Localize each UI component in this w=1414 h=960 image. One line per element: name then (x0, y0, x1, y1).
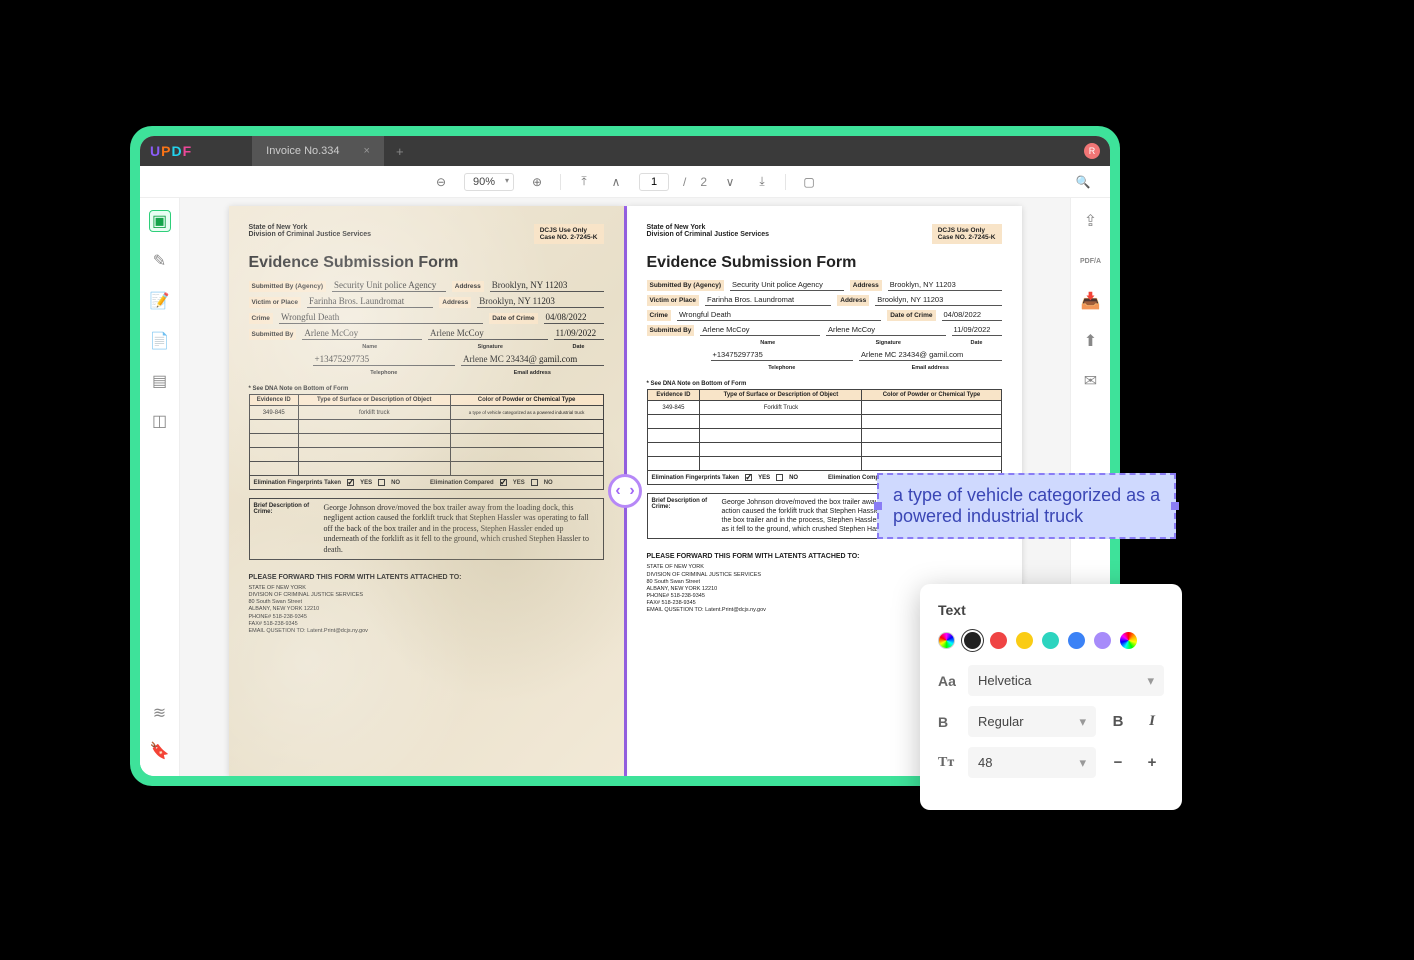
swatch-purple[interactable] (1094, 632, 1111, 649)
share-icon[interactable]: ⬆ (1080, 330, 1102, 352)
zoom-in-button[interactable]: ⊕ (528, 173, 546, 191)
next-page-button[interactable]: ∨ (721, 173, 739, 191)
top-toolbar: ⊖ 90% ⊕ ⤒ ∧ / 2 ∨ ⤓ ▢ 🔍 (140, 166, 1110, 198)
save-icon[interactable]: 📥 (1080, 290, 1102, 312)
zoom-select[interactable]: 90% (464, 173, 514, 191)
header-div: Division of Criminal Justice Services (249, 231, 372, 238)
header-state: State of New York (249, 224, 372, 231)
zoom-out-button[interactable]: ⊖ (432, 173, 450, 191)
color-wheel-icon[interactable] (1120, 632, 1137, 649)
color-picker-icon[interactable] (938, 632, 955, 649)
font-family-select[interactable]: Helvetica (968, 665, 1164, 696)
redact-tool-icon[interactable]: ▤ (149, 370, 171, 392)
pdfa-icon[interactable]: PDF/A (1080, 250, 1102, 272)
page-number-input[interactable] (639, 173, 669, 191)
ocr-tool-icon[interactable]: ◫ (149, 410, 171, 432)
font-weight-icon: B (938, 714, 958, 730)
first-page-button[interactable]: ⤒ (575, 173, 593, 191)
edit-tool-icon[interactable]: 📝 (149, 290, 171, 312)
font-weight-select[interactable]: Regular (968, 706, 1096, 737)
bookmark-icon[interactable]: 🔖 (149, 740, 171, 762)
increase-size-button[interactable]: + (1140, 754, 1164, 771)
compare-slider-handle[interactable]: ‹› (608, 474, 642, 508)
mail-icon[interactable]: ✉ (1080, 370, 1102, 392)
present-button[interactable]: ▢ (800, 173, 818, 191)
italic-button[interactable]: I (1140, 713, 1164, 730)
search-button[interactable]: 🔍 (1074, 173, 1092, 191)
organize-tool-icon[interactable]: 📄 (149, 330, 171, 352)
decrease-size-button[interactable]: − (1106, 754, 1130, 771)
new-tab-button[interactable]: + (396, 144, 404, 159)
swatch-yellow[interactable] (1016, 632, 1033, 649)
swatch-teal[interactable] (1042, 632, 1059, 649)
left-sidebar: ▣ ✎ 📝 📄 ▤ ◫ ≋ 🔖 (140, 198, 180, 776)
layers-icon[interactable]: ≋ (149, 702, 171, 724)
font-size-select[interactable]: 48 (968, 747, 1096, 778)
prev-page-button[interactable]: ∧ (607, 173, 625, 191)
user-avatar[interactable]: R (1084, 143, 1100, 159)
swatch-black[interactable] (964, 632, 981, 649)
text-edit-box[interactable]: a type of vehicle categorized as a power… (877, 473, 1176, 539)
close-tab-icon[interactable]: × (364, 145, 370, 157)
page-sep: / (683, 175, 686, 189)
comment-tool-icon[interactable]: ✎ (149, 250, 171, 272)
swatch-blue[interactable] (1068, 632, 1085, 649)
bold-button[interactable]: B (1106, 713, 1130, 730)
swatch-red[interactable] (990, 632, 1007, 649)
last-page-button[interactable]: ⤓ (753, 173, 771, 191)
resize-handle-right[interactable] (1171, 502, 1179, 510)
footer-address: STATE OF NEW YORKDIVISION OF CRIMINAL JU… (249, 585, 604, 635)
edit-line-2: powered industrial truck (893, 506, 1160, 527)
export-icon[interactable]: ⇪ (1080, 210, 1102, 232)
page-total: 2 (700, 175, 707, 189)
font-size-icon: Tᴛ (938, 755, 958, 771)
document-tab[interactable]: Invoice No.334 × (252, 136, 384, 166)
reader-tool-icon[interactable]: ▣ (149, 210, 171, 232)
color-swatches (938, 632, 1164, 649)
page-left-scan: State of New YorkDivision of Criminal Ju… (229, 206, 624, 776)
app-logo: UPDF (150, 143, 192, 159)
popup-title: Text (938, 602, 1164, 618)
tab-title: Invoice No.334 (266, 145, 339, 157)
chevron-right-icon: › (629, 482, 634, 500)
chevron-left-icon: ‹ (615, 482, 620, 500)
resize-handle-left[interactable] (874, 502, 882, 510)
edit-line-1: a type of vehicle categorized as a (893, 485, 1160, 506)
titlebar: UPDF Invoice No.334 × + R (140, 136, 1110, 166)
text-properties-popup: Text Aa Helvetica B Regular B I Tᴛ 48 − … (920, 584, 1182, 810)
font-family-icon: Aa (938, 673, 958, 689)
form-title: Evidence Submission Form (249, 254, 604, 272)
